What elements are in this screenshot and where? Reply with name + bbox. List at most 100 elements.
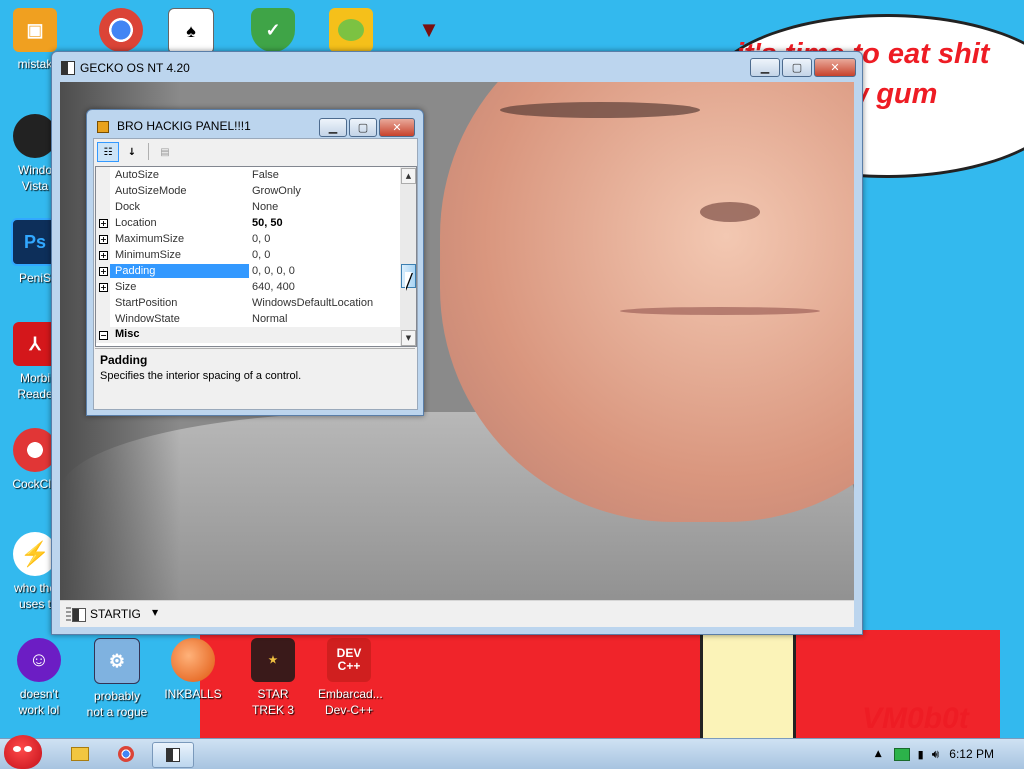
property-grid[interactable]: AutoSize False AutoSizeMode GrowOnly Doc… [95,166,417,347]
taskbar-chrome-button[interactable] [106,742,146,766]
property-row-selected[interactable]: + Padding 0, 0, 0, 0 [96,263,402,279]
dropdown-arrow-icon: ▼ [152,608,159,617]
property-row[interactable]: + Size 640, 400 [96,279,402,295]
system-tray: ▲ ▮ 🔊︎ 6:12 PM [875,739,1024,769]
desktop-icon-yahoo[interactable]: ☺ doesn't work lol [8,638,70,718]
expand-icon[interactable]: + [99,235,108,244]
desktop-icon-devcpp[interactable]: DEV C++ Embarcad... Dev-C++ [318,638,383,718]
property-row[interactable]: StartPosition WindowsDefaultLocation [96,295,402,311]
maximize-icon: ▢ [357,121,369,134]
property-value[interactable]: 0, 0 [252,232,270,246]
property-name: Padding [110,264,249,278]
desktop-icon-pig[interactable] [320,8,382,56]
devcpp-icon: DEV C++ [327,638,371,682]
property-value[interactable]: 640, 400 [252,280,295,294]
green-pig-icon [329,8,373,52]
property-value[interactable]: 0, 0, 0, 0 [252,264,295,278]
photo-mouth [620,307,820,315]
scroll-down-button[interactable]: ▼ [401,330,416,346]
signal-bars-icon[interactable]: ▮ [918,748,924,761]
taskbar-gecko-window-button[interactable] [152,742,194,768]
network-icon[interactable] [893,747,910,761]
start-button[interactable] [4,735,42,769]
desktop-icon-label: doesn't work lol [18,687,60,717]
chevron-down-icon: ▼ [405,334,412,342]
category-row[interactable]: − Misc [96,327,402,343]
shield-check-icon: ✓ [251,8,295,52]
property-value[interactable]: GrowOnly [252,184,301,198]
property-name: MaximumSize [115,233,185,245]
grip-icon [66,607,71,621]
property-name: AutoSizeMode [115,185,187,197]
expand-icon[interactable]: + [99,219,108,228]
category-name: Misc [115,328,140,340]
panel-close-button[interactable]: ✕ [379,118,415,137]
close-icon: ✕ [392,121,402,134]
collapse-icon[interactable]: − [99,331,108,340]
desktop-icon-label: mistak [17,57,53,71]
wallpaper-signature: VM0b0t [862,702,969,735]
property-value[interactable]: 0, 0 [252,248,270,262]
property-row[interactable]: WindowState Normal [96,311,402,327]
desktop-icon-shield[interactable]: ✓ [242,8,304,56]
property-value[interactable]: None [252,200,278,214]
row-gutter: + [96,247,110,263]
desktop-icon-inkballs[interactable]: INKBALLS [162,638,224,702]
row-gutter: + [96,279,110,295]
minimize-button[interactable]: ▁ [750,58,780,77]
expand-icon[interactable]: + [99,267,108,276]
property-row[interactable]: AutoSize False [96,167,402,183]
panel-minimize-button[interactable]: ▁ [319,118,347,137]
photo-nose [700,202,760,222]
photo-brow [500,102,700,118]
maximize-button[interactable]: ▢ [782,58,812,77]
scroll-up-button[interactable]: ▲ [401,168,416,184]
app-logo-icon [166,748,180,762]
winged-emblem-icon: ▼ [418,17,440,42]
panel-app-icon [97,121,109,133]
main-window-title: GECKO OS NT 4.20 [80,61,190,75]
desktop-icon-emblem[interactable]: ▼ [398,8,460,56]
desktop-icon-rogue[interactable]: ⚙ probably not a rogue [86,638,148,720]
desktop-icon-label: Morbi Reade [17,371,53,401]
property-value[interactable]: 50, 50 [252,216,283,230]
categorized-button[interactable]: ☷ [97,142,119,162]
property-pages-button[interactable]: ▤ [154,142,176,162]
property-row[interactable]: + MinimumSize 0, 0 [96,247,402,263]
show-hidden-icons-button[interactable]: ▲ [875,749,882,759]
vertical-scrollbar[interactable]: ▲ ▼ [400,167,416,346]
panel-maximize-button[interactable]: ▢ [349,118,377,137]
star-wars-game-icon: ★ [251,638,295,682]
property-name: WindowState [115,313,180,325]
volume-icon[interactable]: 🔊︎ [932,747,940,762]
property-row[interactable]: + Location 50, 50 [96,215,402,231]
taskbar-explorer-button[interactable] [60,742,100,766]
row-gutter: − [96,327,110,343]
property-row[interactable]: + MaximumSize 0, 0 [96,231,402,247]
main-window-titlebar[interactable]: GECKO OS NT 4.20 ▁ ▢ ✕ [52,52,862,82]
spade-card-icon: ♠ [168,8,214,54]
property-panel-window[interactable]: BRO HACKIG PANEL!!!1 ▁ ▢ ✕ ☷ ↓ ▤ AutoSiz… [86,109,424,416]
property-row[interactable]: Dock None [96,199,402,215]
desktop-icon-label: PeniS [18,271,52,285]
description-title: Padding [100,353,148,367]
property-value[interactable]: False [252,168,279,182]
chrome-icon [118,746,134,762]
taskbar-clock[interactable]: 6:12 PM [949,747,994,761]
property-name: Location [115,217,157,229]
property-value[interactable]: WindowsDefaultLocation [252,296,373,310]
alphabetical-button[interactable]: ↓ [121,142,143,162]
description-pane: Padding Specifies the interior spacing o… [95,348,415,407]
property-name: AutoSize [115,169,160,181]
desktop-icon-chrome[interactable] [90,8,152,56]
chevron-up-icon: ▲ [405,172,412,180]
close-button[interactable]: ✕ [814,58,856,77]
property-value[interactable]: Normal [252,312,287,326]
maximize-icon: ▢ [791,61,803,74]
desktop-icon-star-trek[interactable]: ★ STAR TREK 3 [242,638,304,718]
property-row[interactable]: AutoSizeMode GrowOnly [96,183,402,199]
expand-icon[interactable]: + [99,283,108,292]
inkball-icon [171,638,215,682]
expand-icon[interactable]: + [99,251,108,260]
sort-az-icon: ↓ [127,146,137,158]
